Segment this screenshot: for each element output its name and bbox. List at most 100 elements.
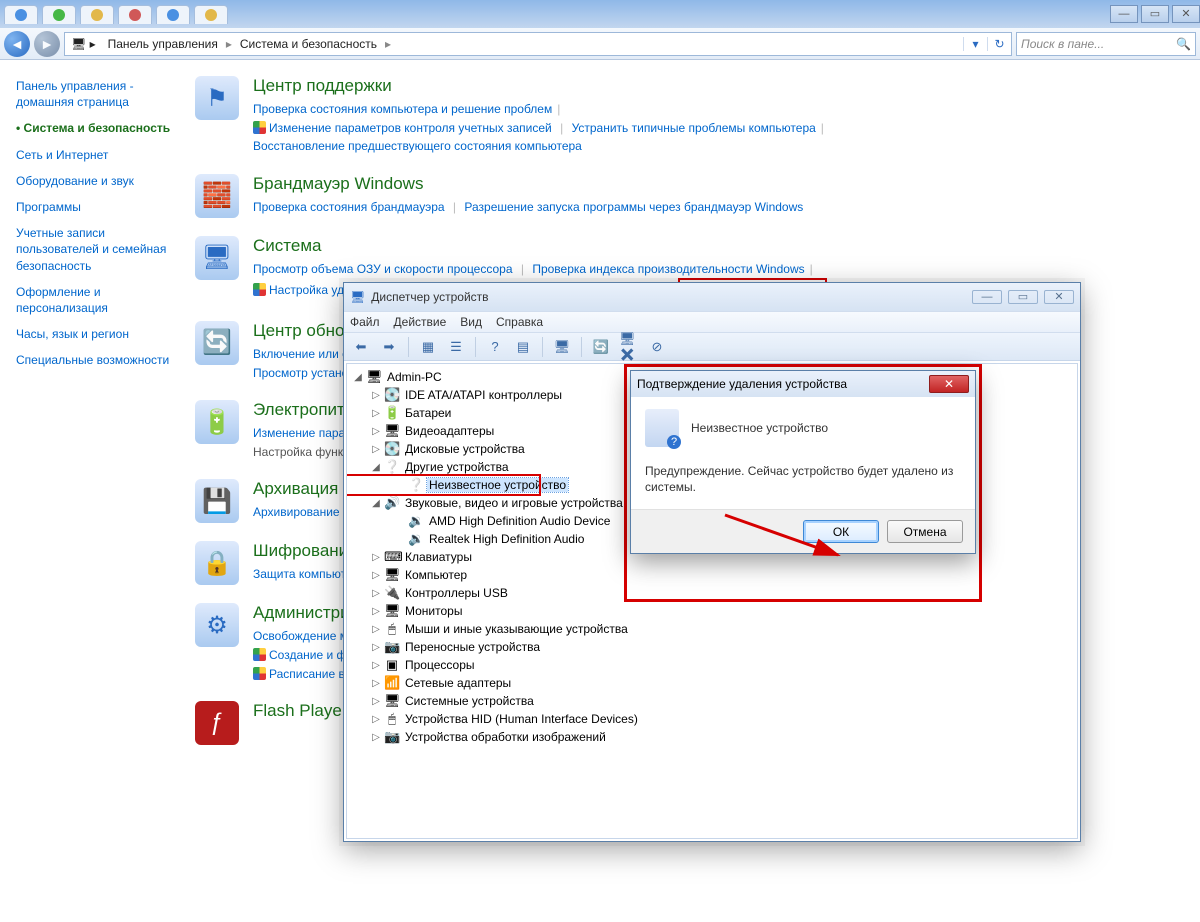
tb-disable-icon[interactable]: ⊘	[646, 336, 668, 358]
sidebar-item-ease[interactable]: Специальные возможности	[16, 352, 185, 368]
expand-icon[interactable]: ▷	[369, 444, 383, 455]
link-ram-cpu[interactable]: Просмотр объема ОЗУ и скорости процессор…	[253, 262, 513, 276]
device-category-icon: 📷	[384, 729, 400, 745]
menu-file[interactable]: Файл	[350, 315, 380, 329]
expand-icon[interactable]: ▷	[369, 606, 383, 617]
category-action-center[interactable]: Центр поддержки	[253, 76, 829, 96]
cancel-button[interactable]: Отмена	[887, 520, 963, 543]
expand-icon[interactable]: ▷	[369, 696, 383, 707]
refresh-button[interactable]: ↻	[987, 37, 1011, 51]
dialog-close-button[interactable]: ✕	[929, 375, 969, 393]
tb-help-icon[interactable]: ?	[484, 336, 506, 358]
tree-category[interactable]: ▷ 📶 Сетевые адаптеры	[349, 674, 1077, 692]
dialog-titlebar[interactable]: Подтверждение удаления устройства ✕	[631, 371, 975, 397]
sidebar-item-hardware[interactable]: Оборудование и звук	[16, 173, 185, 189]
link-troubleshoot[interactable]: Устранить типичные проблемы компьютера	[572, 121, 816, 135]
chevron-right-icon: ▸	[383, 37, 393, 51]
breadcrumb[interactable]: Система и безопасность	[234, 37, 383, 51]
dm-minimize-button[interactable]: —	[972, 290, 1002, 304]
link-restore[interactable]: Восстановление предшествующего состояния…	[253, 139, 582, 153]
category-system[interactable]: Система	[253, 236, 827, 256]
address-bar[interactable]: 🖥 ▸ Панель управления ▸ Система и безопа…	[64, 32, 1012, 56]
link-bitlocker-1[interactable]: Защита компьюте	[253, 567, 353, 581]
menu-view[interactable]: Вид	[460, 315, 482, 329]
window-minimize-button[interactable]: —	[1110, 5, 1138, 23]
tree-category[interactable]: ▷ ▣ Процессоры	[349, 656, 1077, 674]
expand-icon[interactable]: ▷	[369, 714, 383, 725]
dm-close-button[interactable]: ✕	[1044, 290, 1074, 304]
tb-update-driver-icon[interactable]: 🔄	[590, 336, 612, 358]
device-manager-titlebar[interactable]: 🖥 Диспетчер устройств — ▭ ✕	[344, 283, 1080, 311]
nav-forward-button[interactable]: ►	[34, 31, 60, 57]
expand-icon[interactable]: ▷	[369, 390, 383, 401]
menu-help[interactable]: Справка	[496, 315, 543, 329]
nav-back-button[interactable]: ◄	[4, 31, 30, 57]
breadcrumb[interactable]: Панель управления	[102, 37, 224, 51]
link-power-1[interactable]: Изменение парам	[253, 426, 353, 440]
tb-properties-icon[interactable]: ▤	[512, 336, 534, 358]
link-view-installed[interactable]: Просмотр установ	[253, 366, 355, 380]
expand-icon[interactable]: ▷	[369, 678, 383, 689]
menu-action[interactable]: Действие	[394, 315, 447, 329]
link-uac-settings[interactable]: Изменение параметров контроля учетных за…	[269, 121, 552, 135]
expand-icon[interactable]: ▷	[369, 660, 383, 671]
expand-icon[interactable]: ▷	[369, 552, 383, 563]
tree-category[interactable]: ▷ 🔌 Контроллеры USB	[349, 584, 1077, 602]
window-maximize-button[interactable]: ▭	[1141, 5, 1169, 23]
expand-icon[interactable]: ▷	[369, 624, 383, 635]
category-backup[interactable]: Архивация и	[253, 479, 357, 499]
tb-uninstall-icon[interactable]: 🖥✖	[618, 336, 640, 358]
tree-category[interactable]: ▷ 🖥 Системные устройства	[349, 692, 1077, 710]
sidebar-item-appearance[interactable]: Оформление и персонализация	[16, 284, 185, 316]
link-firewall-allow[interactable]: Разрешение запуска программы через бранд…	[464, 200, 803, 214]
sidebar-item-users[interactable]: Учетные записи пользователей и семейная …	[16, 225, 185, 274]
confirm-uninstall-dialog: Подтверждение удаления устройства ✕ Неиз…	[630, 370, 976, 554]
shield-icon	[253, 648, 266, 661]
link-check-status[interactable]: Проверка состояния компьютера и решение …	[253, 102, 552, 116]
tree-category[interactable]: ▷ 🖱 Устройства HID (Human Interface Devi…	[349, 710, 1077, 728]
expand-icon[interactable]: ▷	[369, 426, 383, 437]
sidebar-home-link[interactable]: Панель управления - домашняя страница	[16, 78, 185, 110]
link-firewall-status[interactable]: Проверка состояния брандмауэра	[253, 200, 445, 214]
sidebar-item-system-security[interactable]: Система и безопасность	[16, 120, 185, 136]
search-input[interactable]: Поиск в пане... 🔍	[1016, 32, 1196, 56]
category-bitlocker[interactable]: Шифрование	[253, 541, 358, 561]
expand-icon[interactable]: ▷	[369, 588, 383, 599]
tb-scan-icon[interactable]: 🖥	[551, 336, 573, 358]
link-perf-index[interactable]: Проверка индекса производительности Wind…	[532, 262, 804, 276]
tree-category[interactable]: ▷ 🖥 Компьютер	[349, 566, 1077, 584]
tb-view-icon[interactable]: ☰	[445, 336, 467, 358]
expand-icon[interactable]: ◢	[369, 462, 383, 473]
tb-fwd-icon[interactable]: ➡	[378, 336, 400, 358]
link-backup-1[interactable]: Архивирование да	[253, 505, 357, 519]
tree-label: Звуковые, видео и игровые устройства	[403, 496, 625, 510]
shield-icon	[253, 667, 266, 680]
link-admin-3[interactable]: Расписание вы	[269, 667, 354, 681]
device-category-icon: 🖱	[384, 621, 400, 637]
device-category-icon: 📶	[384, 675, 400, 691]
expand-icon[interactable]: ▷	[369, 732, 383, 743]
expand-icon[interactable]: ▷	[369, 642, 383, 653]
device-category-icon: 💽	[384, 441, 400, 457]
expand-icon[interactable]: ◢	[369, 498, 383, 509]
tree-category[interactable]: ▷ 📷 Переносные устройства	[349, 638, 1077, 656]
address-dropdown-button[interactable]: ▾	[963, 37, 987, 51]
expand-icon[interactable]: ▷	[369, 570, 383, 581]
ok-button[interactable]: ОК	[803, 520, 879, 543]
device-category-icon: 🔋	[384, 405, 400, 421]
tree-category[interactable]: ▷ 📷 Устройства обработки изображений	[349, 728, 1077, 746]
window-close-button[interactable]: ✕	[1172, 5, 1200, 23]
dm-maximize-button[interactable]: ▭	[1008, 290, 1038, 304]
tb-back-icon[interactable]: ⬅	[350, 336, 372, 358]
expand-icon[interactable]: ▷	[369, 408, 383, 419]
device-category-icon: 💽	[384, 387, 400, 403]
tree-category[interactable]: ▷ 🖥 Мониторы	[349, 602, 1077, 620]
collapse-icon[interactable]: ◢	[351, 372, 365, 383]
sidebar-item-clock[interactable]: Часы, язык и регион	[16, 326, 185, 342]
category-firewall[interactable]: Брандмауэр Windows	[253, 174, 803, 194]
tree-category[interactable]: ▷ 🖱 Мыши и иные указывающие устройства	[349, 620, 1077, 638]
link-admin-1[interactable]: Освобождение ме	[253, 629, 355, 643]
sidebar-item-programs[interactable]: Программы	[16, 199, 185, 215]
sidebar-item-network[interactable]: Сеть и Интернет	[16, 147, 185, 163]
tb-show-hidden-icon[interactable]: ▦	[417, 336, 439, 358]
